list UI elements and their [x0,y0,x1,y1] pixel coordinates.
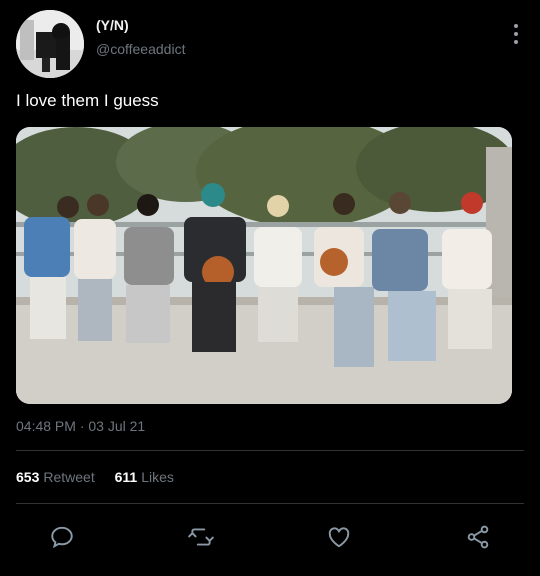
retweet-label: Retweet [43,469,95,485]
tweet-text: I love them I guess [16,91,159,110]
more-vertical-icon[interactable] [508,24,524,44]
divider [16,503,524,504]
tweet-timestamp[interactable]: 04:48 PM · 03 Jul 21 [16,418,145,434]
reply-icon[interactable] [47,522,77,552]
user-handle[interactable]: @coffeeaddict [96,40,185,58]
retweet-stat[interactable]: 653 Retweet [16,469,95,485]
avatar[interactable] [16,10,84,78]
display-name[interactable]: (Y/N) [96,16,185,34]
likes-count: 611 [114,469,138,485]
likes-stat[interactable]: 611 Likes [115,469,174,485]
retweet-count: 653 [16,469,40,485]
heart-icon[interactable] [324,522,354,552]
divider [16,450,524,451]
tweet-actions [0,518,540,558]
retweet-icon[interactable] [186,522,216,552]
tweet-photo[interactable] [16,127,512,404]
tweet-header: (Y/N) @coffeeaddict [16,10,524,80]
likes-label: Likes [141,469,174,485]
share-icon[interactable] [463,522,493,552]
tweet-stats: 653 Retweet 611 Likes [16,469,190,485]
